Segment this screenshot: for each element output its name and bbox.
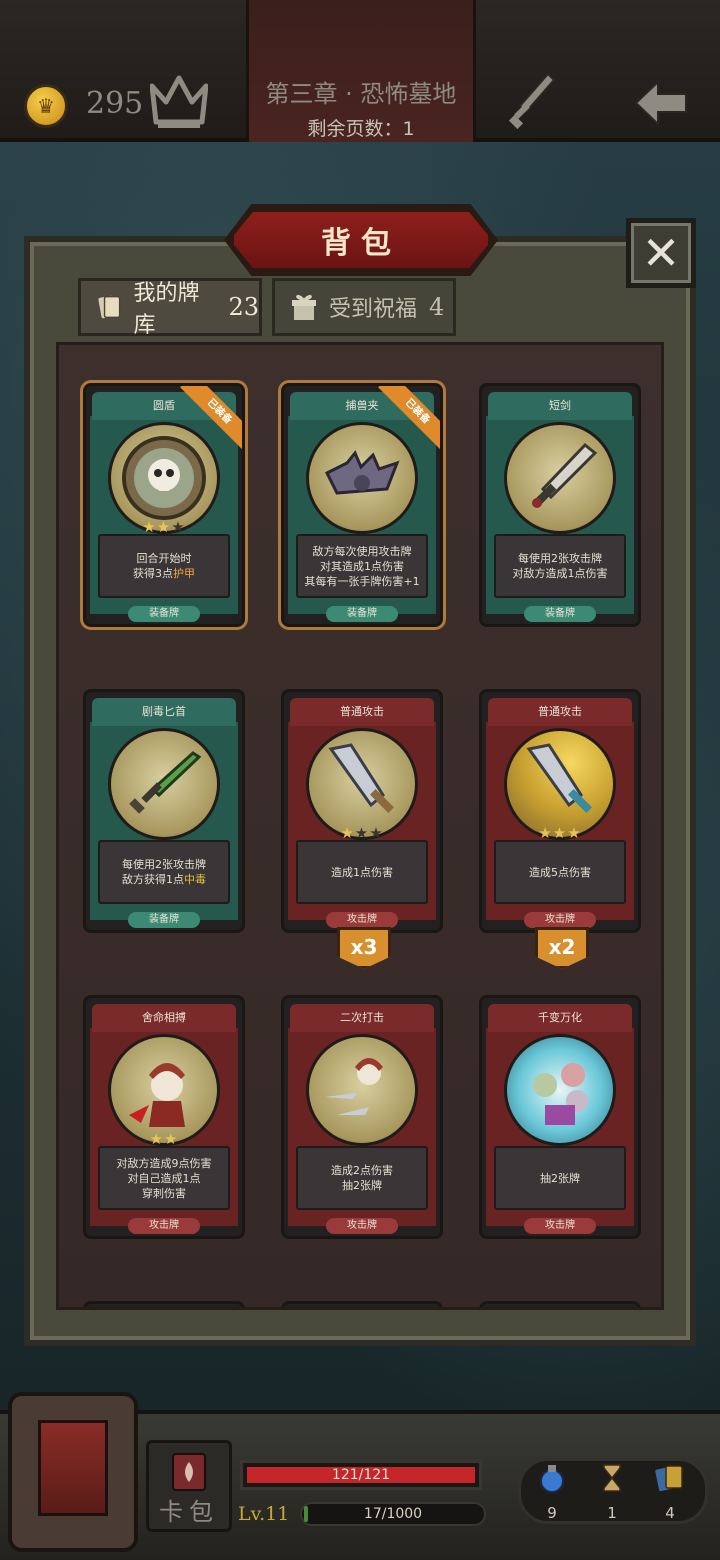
- gift-icon: [292, 294, 316, 320]
- card-pack-button[interactable]: 卡包: [146, 1440, 232, 1532]
- card-basic-attack-2[interactable]: 普通攻击 ★★★ 造成5点伤害 攻击牌: [479, 689, 641, 933]
- card-type: 攻击牌: [524, 1218, 596, 1234]
- potion-count: 9: [547, 1504, 557, 1522]
- hourglass-count: 1: [607, 1504, 617, 1522]
- tab-bless-label: 受到祝福: [329, 297, 418, 322]
- card-type: 装备牌: [128, 606, 200, 622]
- coin-count: 295: [86, 86, 144, 121]
- potion-resource[interactable]: 9: [532, 1462, 572, 1522]
- chapter-title: 第三章 · 恐怖墓地: [265, 80, 457, 108]
- card-partial[interactable]: [281, 1301, 443, 1307]
- card-title: 普通攻击: [290, 698, 434, 726]
- card-short-sword[interactable]: 短剑 每使用2张攻击牌 对敌方造成1点伤害 装备牌: [479, 383, 641, 627]
- tab-deck-label: 我的牌库: [133, 281, 200, 338]
- card-title: 舍命相搏: [92, 1004, 236, 1032]
- cards-count: 4: [665, 1504, 675, 1522]
- card-basic-attack-1[interactable]: 普通攻击 ★★★ 造成1点伤害 攻击牌: [281, 689, 443, 933]
- tab-my-deck[interactable]: 我的牌库 23: [78, 278, 262, 338]
- hourglass-resource[interactable]: 1: [592, 1462, 632, 1522]
- hp-bar: 121/121: [240, 1460, 482, 1490]
- card-description: 对敌方造成9点伤害 对自己造成1点 穿刺伤害: [98, 1146, 230, 1210]
- card-poison-dagger[interactable]: 剧毒匕首 每使用2张攻击牌 敌方获得1点中毒 装备牌: [83, 689, 245, 933]
- pages-left: 剩余页数：1: [307, 118, 415, 140]
- chapter-banner: 第三章 · 恐怖墓地 剩余页数：1: [246, 0, 476, 142]
- crown-icon[interactable]: [150, 72, 208, 132]
- card-title: 千变万化: [488, 1004, 632, 1032]
- coin-icon: ♛: [24, 84, 68, 128]
- close-icon: ✕: [641, 226, 681, 280]
- card-description: 造成2点伤害 抽2张牌: [296, 1146, 428, 1210]
- card-pack-label: 卡包: [159, 1498, 219, 1526]
- card-desperate-fight[interactable]: 舍命相搏 ★★ 对敌方造成9点伤害 对自己造成1点 穿刺伤害 攻击牌: [83, 995, 245, 1239]
- card-bear-trap[interactable]: 捕兽夹 敌方每次使用攻击牌 对其造成1点伤害 其每有一张手牌伤害+1 装备牌 已…: [281, 383, 443, 627]
- card-double-strike[interactable]: 二次打击 造成2点伤害 抽2张牌 攻击牌: [281, 995, 443, 1239]
- card-title: 二次打击: [290, 1004, 434, 1032]
- tab-bless-count: 4: [429, 293, 445, 321]
- card-type: 攻击牌: [326, 1218, 398, 1234]
- card-type: 装备牌: [128, 912, 200, 928]
- ever-changing-art: [504, 1034, 616, 1146]
- card-type: 装备牌: [524, 606, 596, 622]
- card-description: 敌方每次使用攻击牌 对其造成1点伤害 其每有一张手牌伤害+1: [296, 534, 428, 598]
- card-grid: 圆盾 ★★★ 回合开始时 获得3点护甲 装备牌 已装备 捕兽夹 敌方每次使用攻击…: [56, 342, 664, 1310]
- card-title: 短剑: [488, 392, 632, 420]
- card-title: 剧毒匕首: [92, 698, 236, 726]
- tab-blessings[interactable]: 受到祝福 4: [272, 278, 456, 336]
- xp-text: 17/1000: [363, 1506, 423, 1522]
- card-title: 普通攻击: [488, 698, 632, 726]
- cards-resource[interactable]: 4: [650, 1462, 690, 1522]
- cards-icon: [655, 1465, 683, 1492]
- card-type: 装备牌: [326, 606, 398, 622]
- potion-icon: [540, 1465, 564, 1493]
- poison-dagger-art: [108, 728, 220, 840]
- draw-pile-button[interactable]: [8, 1392, 138, 1552]
- card-ever-changing[interactable]: 千变万化 抽2张牌 攻击牌: [479, 995, 641, 1239]
- card-round-shield[interactable]: 圆盾 ★★★ 回合开始时 获得3点护甲 装备牌 已装备: [83, 383, 245, 627]
- bear-trap-art: [306, 422, 418, 534]
- card-type: 攻击牌: [128, 1218, 200, 1234]
- card-description: 回合开始时 获得3点护甲: [98, 534, 230, 598]
- card-description: 每使用2张攻击牌 对敌方造成1点伤害: [494, 534, 626, 598]
- card-count-badge: x3: [337, 927, 391, 969]
- card-description: 每使用2张攻击牌 敌方获得1点中毒: [98, 840, 230, 904]
- top-bar: ♛ 295 第三章 · 恐怖墓地 剩余页数：1: [0, 0, 720, 142]
- double-strike-art: [306, 1034, 418, 1146]
- card-description: 抽2张牌: [494, 1146, 626, 1210]
- level-label: Lv.11: [238, 1503, 290, 1525]
- card-partial[interactable]: [83, 1301, 245, 1307]
- deck-icon: [98, 295, 121, 319]
- panel-title: 背包: [230, 208, 492, 272]
- xp-bar: 17/1000: [300, 1502, 486, 1526]
- card-count-badge: x2: [535, 927, 589, 969]
- card-description: 造成5点伤害: [494, 840, 626, 904]
- card-type: 攻击牌: [326, 912, 398, 928]
- card-description: 造成1点伤害: [296, 840, 428, 904]
- hourglass-icon: [603, 1464, 621, 1492]
- hp-text: 121/121: [331, 1467, 391, 1483]
- draw-pile-icon: [38, 1420, 108, 1516]
- tab-deck-count: 23: [228, 293, 259, 321]
- card-pack-icon: [172, 1453, 206, 1491]
- sword-icon[interactable]: [508, 70, 558, 132]
- short-sword-art: [504, 422, 616, 534]
- close-button[interactable]: ✕: [626, 218, 696, 288]
- card-type: 攻击牌: [524, 912, 596, 928]
- card-partial[interactable]: [479, 1301, 641, 1307]
- back-arrow-icon[interactable]: [632, 78, 690, 128]
